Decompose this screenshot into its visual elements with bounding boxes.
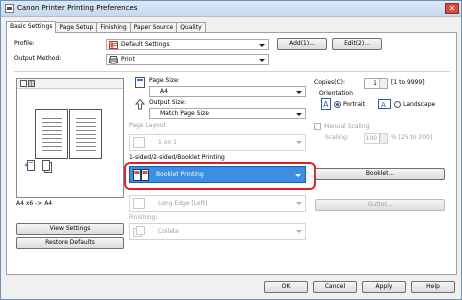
page-size-value: A4: [160, 88, 168, 95]
left-page: [35, 109, 68, 159]
preview-mode-icon[interactable]: [20, 80, 36, 87]
tab-basic-settings[interactable]: Basic Settings: [6, 21, 57, 33]
gutter-button[interactable]: Gutter...: [315, 199, 445, 211]
apply-button[interactable]: Apply: [362, 281, 406, 293]
svg-text:A: A: [323, 100, 329, 109]
chevron-down-icon: [259, 44, 265, 47]
profile-label: Profile:: [14, 40, 35, 47]
output-size-icon: [135, 99, 145, 110]
finishing-value: Collate: [158, 228, 179, 235]
chevron-down-icon: [296, 202, 302, 205]
close-button[interactable]: ✕: [445, 3, 459, 14]
add-profile-button[interactable]: Add(1)...: [277, 38, 327, 50]
page-layout-icon: [133, 137, 145, 148]
edit-profile-button[interactable]: Edit(2)...: [332, 38, 382, 50]
collate-icon: [133, 226, 145, 237]
window-title: Canon Printer Printing Preferences: [17, 4, 138, 12]
preview-caption: A4 x6 -> A4: [16, 200, 53, 207]
title-bar: Canon Printer Printing Preferences ✕: [1, 1, 461, 17]
page-size-icon: [135, 77, 145, 88]
profile-select[interactable]: Default Settings: [106, 39, 269, 50]
chevron-down-icon: [296, 141, 302, 144]
svg-text:A: A: [381, 101, 386, 109]
ok-button[interactable]: OK: [264, 281, 308, 293]
copies-value: 1: [373, 80, 377, 87]
landscape-radio[interactable]: [394, 101, 401, 108]
chevron-down-icon: [296, 230, 302, 233]
booklet-preview-image: [35, 109, 105, 161]
spin-arrows-icon[interactable]: [379, 79, 387, 88]
output-method-label: Output Method:: [14, 55, 62, 62]
scaling-label: Scaling:: [325, 134, 349, 141]
printing-preferences-window: Canon Printer Printing Preferences ✕ Bas…: [0, 0, 462, 300]
output-method-select[interactable]: Print: [106, 54, 269, 65]
output-size-label: Output Size:: [149, 99, 187, 106]
page-layout-value: 1 on 1: [158, 139, 177, 146]
chevron-down-icon: [296, 113, 302, 116]
profile-icon: [109, 41, 118, 49]
booklet-icon: [133, 169, 149, 181]
basic-settings-panel: Profile: Default Settings Add(1)... Edit…: [6, 32, 457, 275]
portrait-radio[interactable]: [334, 101, 341, 108]
finishing-label: Finishing:: [129, 214, 158, 221]
view-settings-button[interactable]: View Settings: [16, 223, 124, 235]
print-style-label: 1-sided/2-sided/Booklet Printing: [129, 154, 225, 161]
copies-label: Copies(C):: [314, 79, 346, 86]
binding-value: Long Edge [Left]: [158, 200, 208, 207]
help-button[interactable]: Help: [411, 281, 455, 293]
finishing-select[interactable]: Collate: [129, 223, 306, 240]
print-style-value: Booklet Printing: [156, 171, 204, 178]
cancel-button[interactable]: Cancel: [313, 281, 357, 293]
binding-icon: [133, 198, 145, 209]
manual-scaling-checkbox[interactable]: [314, 123, 321, 130]
landscape-label: Landscape: [403, 101, 436, 108]
orientation-label: Orientation: [319, 90, 353, 97]
print-style-select[interactable]: Booklet Printing: [129, 166, 306, 183]
right-page: [69, 109, 102, 159]
layout-preview: [16, 78, 124, 198]
spin-arrows-icon[interactable]: [379, 134, 387, 143]
chevron-down-icon: [296, 91, 302, 94]
page-size-select[interactable]: A4: [149, 86, 306, 97]
output-size-select[interactable]: Match Page Size: [149, 108, 306, 119]
scaling-input[interactable]: 100: [364, 133, 388, 144]
scaling-value: 100: [365, 135, 377, 142]
copies-range: [1 to 9999]: [391, 79, 425, 86]
copies-input[interactable]: 1: [364, 78, 388, 89]
copies-preview-icon: [42, 160, 52, 173]
scaling-range: % [25 to 200]: [391, 134, 433, 141]
chevron-down-icon: [295, 174, 301, 177]
page-size-label: Page Size:: [149, 77, 180, 84]
output-method-value: Print: [121, 56, 135, 63]
output-size-value: Match Page Size: [160, 110, 209, 117]
divider: [14, 71, 450, 72]
booklet-button[interactable]: Booklet...: [315, 168, 445, 180]
portrait-icon: A: [321, 98, 331, 110]
preview-toolbar: [17, 79, 123, 89]
finishing-preview-icon: [24, 160, 35, 171]
binding-location-select[interactable]: Long Edge [Left]: [129, 195, 306, 212]
restore-defaults-button[interactable]: Restore Defaults: [16, 237, 124, 249]
dialog-footer: OK Cancel Apply Help: [1, 277, 461, 299]
printer-icon: [5, 4, 14, 13]
page-layout-select[interactable]: 1 on 1: [129, 134, 306, 151]
chevron-down-icon: [259, 59, 265, 62]
landscape-icon: A: [378, 99, 391, 109]
profile-value: Default Settings: [121, 41, 170, 48]
manual-scaling-label: Manual Scaling: [324, 123, 370, 130]
page-layout-label: Page Layout: [129, 122, 166, 129]
print-icon: [109, 56, 118, 64]
portrait-label: Portrait: [343, 101, 366, 108]
